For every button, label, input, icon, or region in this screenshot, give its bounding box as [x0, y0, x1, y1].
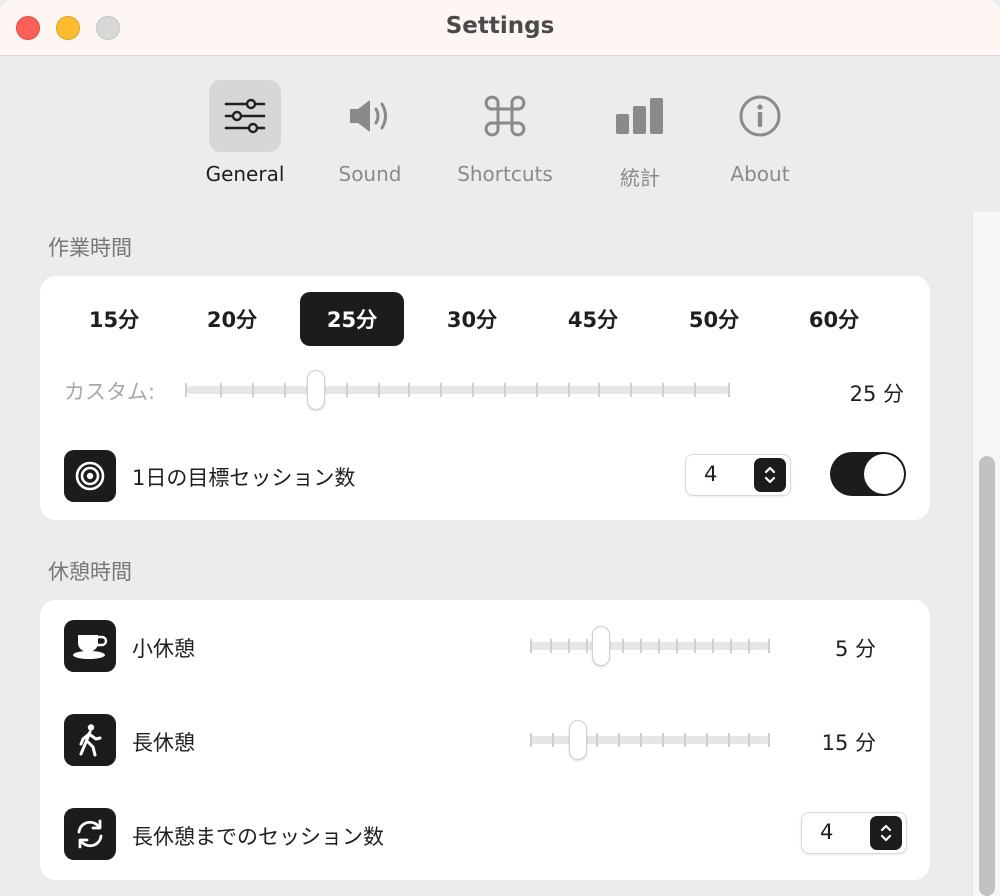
cycle-arrows-icon — [64, 808, 116, 860]
tab-sound[interactable]: Sound — [310, 80, 430, 186]
custom-label: カスタム: — [64, 380, 156, 404]
long-break-label: 長休憩 — [132, 731, 195, 755]
slider-knob[interactable] — [569, 720, 587, 760]
work-section-title: 作業時間 — [48, 236, 132, 260]
tab-stats[interactable]: 統計 — [580, 80, 700, 191]
preset-25[interactable]: 25分 — [300, 292, 404, 346]
info-icon — [724, 80, 796, 152]
custom-duration-value: 25 分 — [849, 382, 904, 406]
tab-label: Sound — [338, 162, 402, 186]
vertical-scrollbar[interactable] — [972, 212, 1000, 896]
break-section-title: 休憩時間 — [48, 560, 132, 584]
stepper-arrows-icon[interactable] — [754, 458, 786, 492]
tab-label: Shortcuts — [457, 162, 553, 186]
tab-general[interactable]: General — [185, 80, 305, 186]
sessions-until-long-break-label: 長休憩までのセッション数 — [132, 825, 384, 849]
slider-knob[interactable] — [307, 370, 325, 410]
sessions-until-long-break-stepper[interactable]: 4 — [801, 812, 907, 854]
settings-toolbar: General Sound Shortcuts 統計 About — [0, 80, 1000, 200]
bar-chart-icon — [604, 80, 676, 152]
long-break-value: 15 分 — [821, 731, 876, 755]
preset-60[interactable]: 60分 — [782, 292, 886, 346]
speaker-icon — [334, 80, 406, 152]
break-card: 小休憩 5 分 長休憩 15 分 長休憩までのセッション数 4 — [40, 600, 930, 880]
target-icon — [64, 450, 116, 502]
command-icon — [469, 80, 541, 152]
stepper-value: 4 — [820, 820, 834, 844]
tab-label: General — [205, 162, 285, 186]
tab-label: 統計 — [620, 166, 660, 190]
window-title: Settings — [445, 13, 555, 39]
walking-icon — [64, 714, 116, 766]
title-bar: Settings — [0, 0, 1000, 56]
stepper-arrows-icon[interactable] — [870, 816, 902, 850]
preset-15[interactable]: 15分 — [62, 292, 166, 346]
work-card: 15分 20分 25分 30分 45分 50分 60分 カスタム: 25 分 1… — [40, 276, 930, 520]
stepper-value: 4 — [704, 462, 718, 486]
daily-goal-stepper[interactable]: 4 — [685, 454, 791, 496]
daily-goal-toggle[interactable] — [830, 452, 906, 496]
settings-window: Settings General Sound Shortcuts 統計 Abou… — [0, 0, 1000, 896]
tab-about[interactable]: About — [700, 80, 820, 186]
slider-knob[interactable] — [592, 626, 610, 666]
preset-30[interactable]: 30分 — [420, 292, 524, 346]
scrollbar-thumb[interactable] — [979, 456, 995, 896]
preset-45[interactable]: 45分 — [541, 292, 645, 346]
daily-goal-label: 1日の目標セッション数 — [132, 466, 356, 490]
sliders-icon — [209, 80, 281, 152]
tab-label: About — [730, 162, 790, 186]
short-break-value: 5 分 — [834, 637, 876, 661]
short-break-label: 小休憩 — [132, 637, 195, 661]
preset-20[interactable]: 20分 — [180, 292, 284, 346]
tab-shortcuts[interactable]: Shortcuts — [445, 80, 565, 186]
cup-icon — [64, 620, 116, 672]
preset-50[interactable]: 50分 — [662, 292, 766, 346]
